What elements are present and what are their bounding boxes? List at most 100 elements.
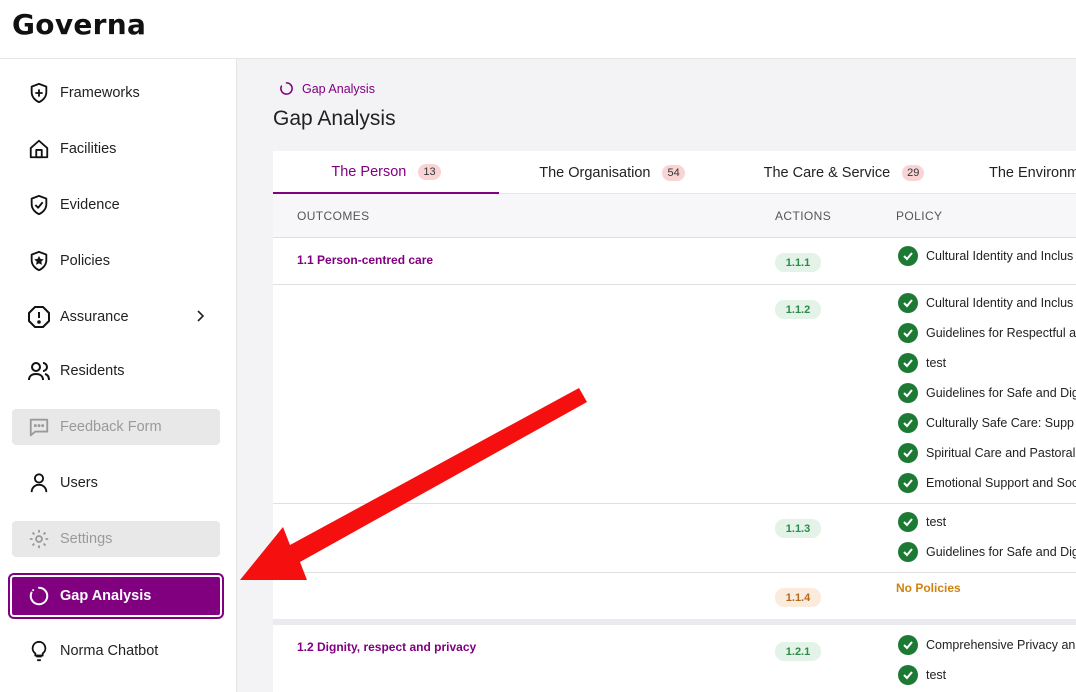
loader-circle-icon: [280, 82, 293, 95]
policy-item[interactable]: test: [898, 665, 946, 685]
policy-name: Guidelines for Safe and Dig: [926, 545, 1076, 559]
policy-item[interactable]: Culturally Safe Care: Supp: [898, 413, 1074, 433]
breadcrumb[interactable]: Gap Analysis: [279, 81, 375, 96]
check-circle-icon: [898, 293, 918, 313]
policy-item[interactable]: test: [898, 353, 946, 373]
sidebar-item-feedback-form: Feedback Form: [12, 409, 220, 445]
check-circle-icon: [898, 323, 918, 343]
user-icon: [26, 470, 52, 496]
check-circle-icon: [898, 246, 918, 266]
tab-label: The Person: [331, 163, 407, 180]
table-header: OUTCOMES ACTIONS POLICY: [273, 194, 1076, 238]
alert-octagon-icon: [26, 304, 52, 330]
action-badge[interactable]: 1.1.2: [775, 300, 821, 319]
tab-bar: The Person 13 The Organisation 54 The Ca…: [273, 151, 1076, 194]
policy-name: test: [926, 356, 947, 370]
action-badge[interactable]: 1.1.4: [775, 588, 821, 607]
sidebar-item-norma-chatbot[interactable]: Norma Chatbot: [12, 633, 220, 669]
no-policies-label: No Policies: [896, 581, 961, 595]
policy-name: test: [926, 668, 947, 682]
column-header-outcomes: OUTCOMES: [297, 209, 370, 223]
sidebar-item-residents[interactable]: Residents: [12, 353, 220, 389]
sidebar-item-policies[interactable]: Policies: [12, 243, 220, 279]
table-row: 1.1.4 No Policies: [273, 573, 1076, 619]
check-circle-icon: [898, 665, 918, 685]
table-row: 1.2 Dignity, respect and privacy 1.2.1 C…: [273, 625, 1076, 692]
policy-name: Spiritual Care and Pastoral: [926, 446, 1076, 460]
column-header-actions: ACTIONS: [775, 209, 832, 223]
app-header: Governa: [0, 0, 1076, 59]
users-icon: [26, 358, 52, 384]
policy-item[interactable]: test: [898, 512, 946, 532]
sidebar-item-label: Evidence: [60, 197, 120, 213]
check-circle-icon: [898, 443, 918, 463]
tab-label: The Environm: [989, 164, 1076, 181]
sidebar: Frameworks Facilities Evidence Policies …: [0, 59, 237, 692]
count-badge: 54: [662, 164, 685, 181]
outcome-label[interactable]: 1.1 Person-centred care: [297, 253, 433, 267]
governa-logo[interactable]: Governa: [12, 8, 146, 41]
gear-icon: [26, 526, 52, 552]
sidebar-item-gap-analysis[interactable]: Gap Analysis: [8, 573, 224, 619]
sidebar-item-label: Facilities: [60, 141, 117, 157]
column-header-policy: POLICY: [896, 209, 943, 223]
sidebar-item-label: Residents: [60, 363, 125, 379]
sidebar-item-users[interactable]: Users: [12, 465, 220, 501]
tab-the-environment[interactable]: The Environm: [989, 151, 1076, 194]
tab-the-organisation[interactable]: The Organisation 54: [499, 151, 725, 194]
sidebar-item-facilities[interactable]: Facilities: [12, 131, 220, 167]
policy-name: Cultural Identity and Inclus: [926, 249, 1074, 263]
policy-item[interactable]: Comprehensive Privacy an: [898, 635, 1075, 655]
action-badge[interactable]: 1.1.1: [775, 253, 821, 272]
sidebar-item-settings: Settings: [12, 521, 220, 557]
policy-item[interactable]: Cultural Identity and Inclus: [898, 293, 1073, 313]
shield-plus-icon: [26, 80, 52, 106]
shield-star-icon: [26, 248, 52, 274]
main-content: Gap Analysis Gap Analysis The Person 13 …: [237, 59, 1076, 692]
sidebar-item-label: Assurance: [60, 309, 129, 325]
sidebar-item-label: Norma Chatbot: [60, 643, 159, 659]
outcome-label[interactable]: 1.2 Dignity, respect and privacy: [297, 640, 476, 654]
sidebar-item-label: Gap Analysis: [60, 588, 152, 604]
policy-name: Guidelines for Respectful a: [926, 326, 1076, 340]
page-title: Gap Analysis: [273, 107, 396, 130]
check-circle-icon: [898, 413, 918, 433]
policy-item[interactable]: Guidelines for Safe and Dig: [898, 383, 1076, 403]
message-icon: [26, 414, 52, 440]
gap-analysis-card: The Person 13 The Organisation 54 The Ca…: [273, 151, 1076, 692]
policy-item[interactable]: Emotional Support and Soc: [898, 473, 1076, 493]
check-circle-icon: [898, 512, 918, 532]
tab-the-person[interactable]: The Person 13: [273, 151, 499, 194]
tab-the-care-and-service[interactable]: The Care & Service 29: [725, 151, 963, 194]
tab-label: The Organisation: [539, 164, 651, 181]
sidebar-item-evidence[interactable]: Evidence: [12, 187, 220, 223]
table-row: 1.1 Person-centred care 1.1.1 Cultural I…: [273, 238, 1076, 285]
action-badge[interactable]: 1.1.3: [775, 519, 821, 538]
sidebar-item-label: Policies: [60, 253, 110, 269]
check-circle-icon: [898, 635, 918, 655]
action-badge[interactable]: 1.2.1: [775, 642, 821, 661]
chevron-right-icon: [194, 308, 206, 329]
policy-name: Comprehensive Privacy an: [926, 638, 1076, 652]
policy-item[interactable]: Cultural Identity and Inclus: [898, 246, 1073, 266]
check-circle-icon: [898, 383, 918, 403]
sidebar-item-label: Feedback Form: [60, 419, 162, 435]
policy-item[interactable]: Spiritual Care and Pastoral: [898, 443, 1075, 463]
check-circle-icon: [898, 542, 918, 562]
sidebar-item-label: Settings: [60, 531, 113, 547]
policy-name: Emotional Support and Soc: [926, 476, 1076, 490]
check-circle-icon: [898, 353, 918, 373]
policy-item[interactable]: Guidelines for Respectful a: [898, 323, 1076, 343]
count-badge: 29: [902, 164, 925, 181]
sidebar-item-frameworks[interactable]: Frameworks: [12, 75, 220, 111]
home-icon: [26, 136, 52, 162]
policy-name: Culturally Safe Care: Supp: [926, 416, 1074, 430]
sidebar-item-label: Users: [60, 475, 98, 491]
sidebar-item-label: Frameworks: [60, 85, 140, 101]
policy-name: test: [926, 515, 947, 529]
sidebar-item-assurance[interactable]: Assurance: [12, 299, 220, 335]
breadcrumb-label: Gap Analysis: [302, 81, 375, 96]
loader-circle-icon: [26, 583, 52, 609]
policy-item[interactable]: Guidelines for Safe and Dig: [898, 542, 1076, 562]
policy-name: Cultural Identity and Inclus: [926, 296, 1074, 310]
